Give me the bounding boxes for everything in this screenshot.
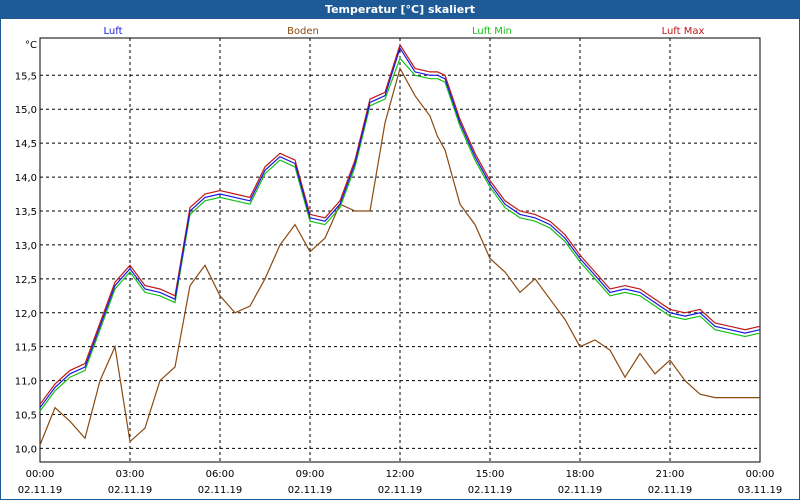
legend-entry-luft-min: Luft Min — [472, 26, 512, 37]
x-tick-date: 02.11.19 — [558, 485, 603, 496]
y-tick-label: 14,5 — [15, 139, 37, 150]
x-tick-time: 12:00 — [386, 469, 415, 480]
y-tick-label: 15,0 — [15, 105, 37, 116]
x-tick-date: 02.11.19 — [648, 485, 693, 496]
y-tick-label: 10,0 — [15, 444, 37, 455]
x-tick-date: 02.11.19 — [468, 485, 513, 496]
y-tick-label: 11,0 — [15, 377, 37, 388]
x-tick-time: 00:00 — [746, 469, 775, 480]
x-tick-time: 03:00 — [116, 469, 145, 480]
y-tick-label: 14,0 — [15, 173, 37, 184]
grid — [39, 37, 761, 463]
x-tick-date: 02.11.19 — [378, 485, 423, 496]
legend-entry-luft-max: Luft Max — [662, 26, 705, 37]
y-tick-label: 15,5 — [15, 71, 37, 82]
series-line-luft — [39, 46, 761, 409]
y-tick-label: 11,5 — [15, 343, 37, 354]
legend-entry-boden: Boden — [287, 26, 319, 37]
x-axis-ticks: 00:00 02.11.19 03:00 02.11.19 06:00 02.11.19 0… — [18, 469, 783, 496]
y-axis-ticks: 10,0 10,5 11,0 11,5 12,0 12,5 13,0 13,5 14,0 14,5… — [15, 71, 37, 455]
y-tick-label: 12,5 — [15, 275, 37, 286]
y-axis-label: °C — [25, 40, 37, 51]
y-tick-label: 10,5 — [15, 411, 37, 422]
x-tick-date: 02.11.19 — [18, 485, 63, 496]
x-tick-time: 09:00 — [296, 469, 325, 480]
x-tick-date: 03.11.19 — [738, 485, 783, 496]
x-tick-time: 00:00 — [26, 469, 55, 480]
x-tick-date: 02.11.19 — [108, 485, 153, 496]
x-tick-date: 02.11.19 — [198, 485, 243, 496]
y-tick-label: 13,0 — [15, 241, 37, 252]
x-tick-time: 15:00 — [476, 469, 505, 480]
legend-entry-luft: Luft — [104, 26, 123, 37]
x-tick-time: 18:00 — [566, 469, 595, 480]
x-tick-date: 02.11.19 — [288, 485, 333, 496]
y-tick-label: 12,0 — [15, 309, 37, 320]
legend: Luft Boden Luft Min Luft Max — [104, 26, 705, 37]
y-tick-label: 13,5 — [15, 207, 37, 218]
x-tick-time: 06:00 — [206, 469, 235, 480]
x-tick-time: 21:00 — [656, 469, 685, 480]
temperature-chart: Luft Boden Luft Min Luft Max 10,0 10,5 11,0 11… — [15, 26, 783, 496]
